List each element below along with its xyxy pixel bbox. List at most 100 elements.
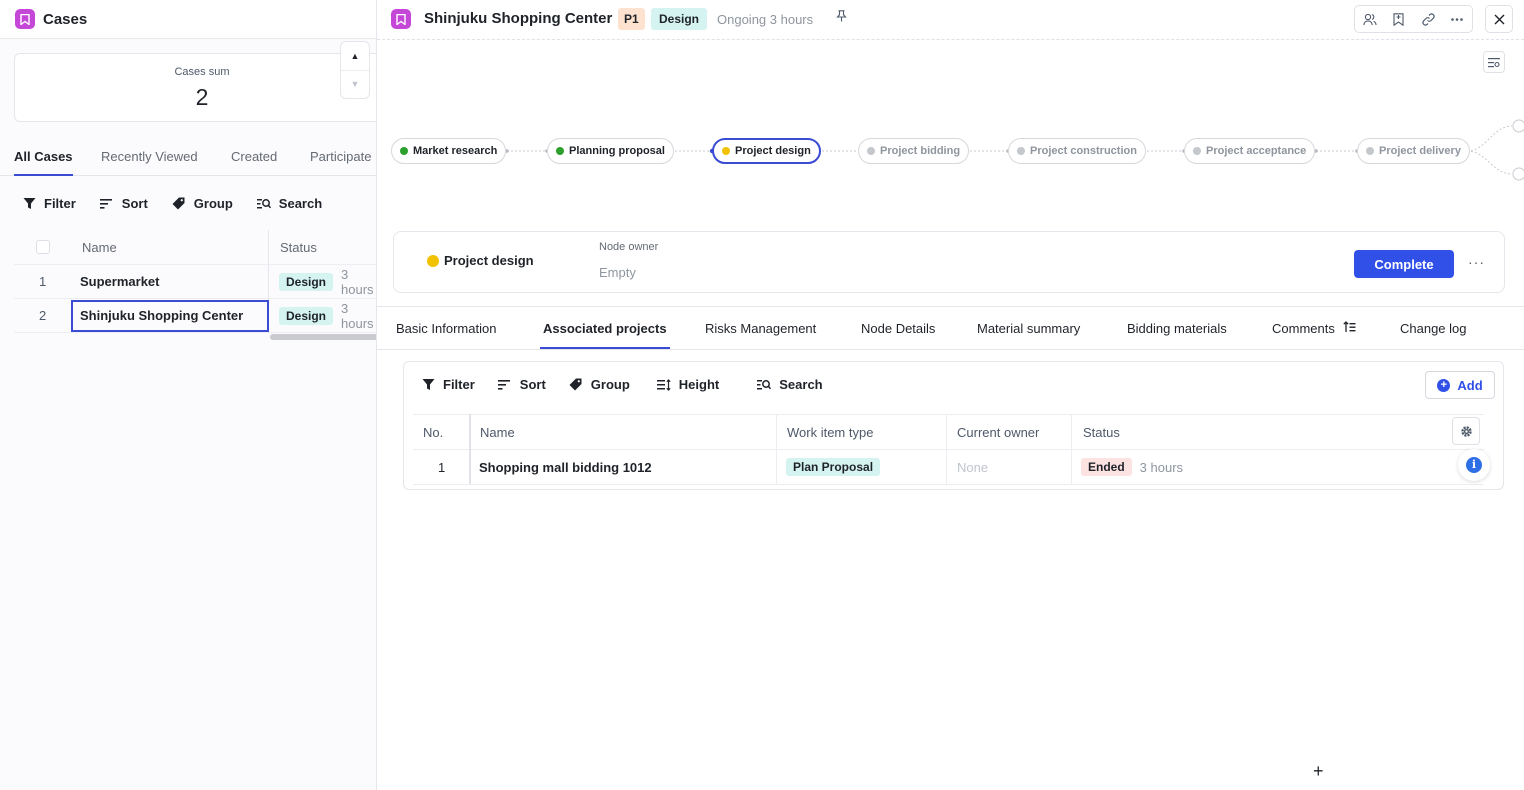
associated-projects-card: Filter Sort Group Height Search + Add No… <box>403 361 1504 490</box>
tab-node-details[interactable]: Node Details <box>861 321 935 336</box>
cases-panel: Cases Cases sum 2 ▲ ▼ All Cases Recently… <box>0 0 377 790</box>
column-no[interactable]: No. <box>423 415 443 449</box>
project-name[interactable]: Shopping mall bidding 1012 <box>479 450 652 484</box>
group-button[interactable]: Group <box>172 196 233 211</box>
scroll-up-icon[interactable]: ▲ <box>341 42 369 70</box>
current-owner-value[interactable]: None <box>957 450 988 484</box>
row-height-icon <box>656 378 671 392</box>
column-work-item-type[interactable]: Work item type <box>787 415 873 449</box>
tab-change-log[interactable]: Change log <box>1400 321 1467 336</box>
view-tabs: All Cases Recently Viewed Created Partic… <box>0 140 376 176</box>
selected-cell-outline <box>71 300 269 332</box>
tab-material-summary[interactable]: Material summary <box>977 321 1080 336</box>
table-header: Name Status <box>14 230 376 265</box>
flow-node-market-research[interactable]: Market research <box>391 138 507 164</box>
more-icon[interactable] <box>1443 6 1472 32</box>
flow-node-project-design[interactable]: Project design <box>712 138 821 164</box>
link-icon[interactable] <box>1414 6 1443 32</box>
status-dot <box>1017 147 1025 155</box>
search-button[interactable]: Search <box>256 196 322 211</box>
gear-icon[interactable] <box>1452 417 1480 445</box>
select-all-checkbox[interactable] <box>36 240 50 254</box>
flow-node-project-bidding[interactable]: Project bidding <box>858 138 970 164</box>
scroll-down-icon[interactable]: ▼ <box>341 69 369 99</box>
column-current-owner[interactable]: Current owner <box>957 415 1039 449</box>
crosshair-cursor-icon: + <box>1313 761 1324 781</box>
tab-risks-management[interactable]: Risks Management <box>705 321 816 336</box>
status-badge: Ended <box>1081 458 1132 476</box>
row-number: 1 <box>39 274 47 289</box>
tab-comments[interactable]: Comments <box>1272 321 1356 336</box>
column-status[interactable]: Status <box>280 230 317 264</box>
table-row[interactable]: 1 Shopping mall bidding 1012 Plan Propos… <box>413 450 1484 485</box>
column-name[interactable]: Name <box>480 415 515 449</box>
detail-header: Shinjuku Shopping Center P1 Design Ongoi… <box>377 0 1524 40</box>
view-settings-icon[interactable] <box>1483 51 1505 73</box>
work-item-type-badge: Plan Proposal <box>786 458 881 476</box>
horizontal-scrollbar[interactable] <box>270 334 376 340</box>
tab-participate[interactable]: Participate <box>310 149 371 164</box>
sort-icon <box>498 378 512 392</box>
group-button[interactable]: Group <box>569 377 630 392</box>
table-row[interactable]: 1 Supermarket Design 3 hours <box>14 265 376 299</box>
height-button[interactable]: Height <box>656 377 719 392</box>
detail-tabs: Basic Information Associated projects Ri… <box>377 306 1524 350</box>
stage-badge[interactable]: Design <box>651 8 708 30</box>
comments-order-icon[interactable] <box>1343 321 1356 336</box>
status-dot <box>1366 147 1374 155</box>
status-dot <box>400 147 408 155</box>
associated-projects-table: No. Name Work item type Current owner St… <box>413 414 1484 485</box>
tab-bidding-materials[interactable]: Bidding materials <box>1127 321 1227 336</box>
sort-button[interactable]: Sort <box>498 377 546 392</box>
members-icon[interactable] <box>1355 6 1384 32</box>
flow-node-project-acceptance[interactable]: Project acceptance <box>1184 138 1316 164</box>
info-icon[interactable]: i <box>1458 449 1490 481</box>
bookmark-app-icon <box>391 9 411 29</box>
close-icon[interactable] <box>1485 5 1513 33</box>
projects-toolbar: Filter Sort Group Height Search <box>421 377 823 392</box>
filter-button[interactable]: Filter <box>421 377 475 392</box>
status-time: 3 hours <box>1139 459 1184 475</box>
column-divider[interactable] <box>776 414 777 484</box>
column-name[interactable]: Name <box>82 230 117 264</box>
flow-node-project-delivery[interactable]: Project delivery <box>1357 138 1470 164</box>
column-divider[interactable] <box>469 414 471 484</box>
cases-title: Cases <box>43 10 88 28</box>
tab-associated-projects[interactable]: Associated projects <box>540 321 670 349</box>
filter-icon <box>22 197 36 211</box>
cases-table: Name Status 1 Supermarket Design 3 hours… <box>14 230 376 333</box>
summary-scroller[interactable]: ▲ ▼ <box>340 41 370 99</box>
case-detail-panel: Shinjuku Shopping Center P1 Design Ongoi… <box>377 0 1524 790</box>
tab-created[interactable]: Created <box>231 149 277 164</box>
case-name[interactable]: Supermarket <box>80 265 159 298</box>
status-dot <box>427 254 439 267</box>
plus-icon: + <box>1437 378 1451 392</box>
tab-all-cases[interactable]: All Cases <box>14 149 73 176</box>
node-title: Project design <box>427 253 534 268</box>
more-icon[interactable]: ··· <box>1468 254 1485 270</box>
sort-icon <box>100 197 114 211</box>
flow-node-project-construction[interactable]: Project construction <box>1008 138 1146 164</box>
status-time: 3 hours <box>341 266 374 297</box>
column-divider[interactable] <box>946 414 947 484</box>
table-header: No. Name Work item type Current owner St… <box>413 414 1484 450</box>
tag-icon <box>569 378 583 392</box>
node-owner-field[interactable]: Empty <box>599 265 636 280</box>
column-divider[interactable] <box>1071 414 1072 484</box>
search-button[interactable]: Search <box>757 377 823 392</box>
pin-icon[interactable] <box>836 10 847 25</box>
node-owner-label: Node owner <box>599 241 659 253</box>
flow-node-planning-proposal[interactable]: Planning proposal <box>547 138 674 164</box>
sort-button[interactable]: Sort <box>100 196 148 211</box>
tab-recently-viewed[interactable]: Recently Viewed <box>101 149 198 164</box>
add-button[interactable]: + Add <box>1425 371 1495 399</box>
tab-basic-information[interactable]: Basic Information <box>396 321 496 336</box>
cases-sum-label: Cases sum <box>174 66 230 78</box>
complete-button[interactable]: Complete <box>1354 250 1454 278</box>
bookmark-app-icon <box>15 9 35 29</box>
filter-button[interactable]: Filter <box>22 196 76 211</box>
header-actions <box>1354 5 1473 33</box>
column-status[interactable]: Status <box>1083 415 1120 449</box>
priority-badge[interactable]: P1 <box>618 8 645 30</box>
bookmark-icon[interactable] <box>1384 6 1413 32</box>
